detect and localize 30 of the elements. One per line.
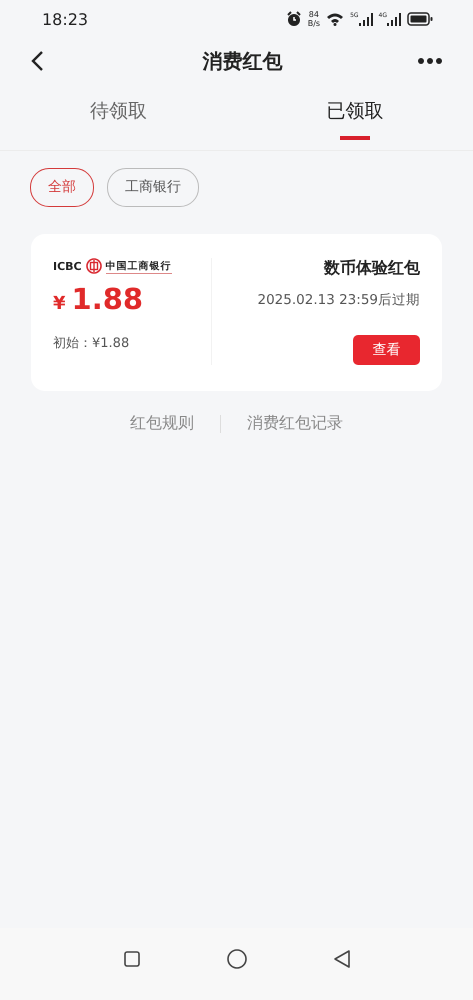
speed-unit: B/s <box>308 19 320 28</box>
footer-link[interactable]: 红包规则 <box>130 413 194 434</box>
page-title: 消费红包 <box>202 48 282 74</box>
alarm-icon <box>286 11 302 27</box>
filter-chip[interactable]: 全部 <box>30 168 94 207</box>
signal-icon <box>387 12 401 26</box>
back-icon[interactable] <box>332 949 350 969</box>
battery-icon <box>407 12 433 26</box>
tab[interactable]: 待领取 <box>90 98 147 124</box>
expiry-text: 2025.02.13 23:59后过期 <box>258 291 420 309</box>
coupon-title: 数币体验红包 <box>324 258 420 279</box>
currency-symbol: ¥ <box>53 293 66 314</box>
home-icon[interactable] <box>226 948 248 970</box>
recent-apps-icon[interactable] <box>122 950 140 968</box>
bank-logo-icon <box>86 258 102 274</box>
network-speed: 84 <box>308 10 319 19</box>
tab-indicator <box>340 136 370 140</box>
more-icon[interactable] <box>417 57 443 65</box>
tab[interactable]: 已领取 <box>326 98 384 124</box>
back-icon[interactable] <box>30 50 44 72</box>
bank-name: 中国工商银行 <box>106 258 172 274</box>
coupon-amount: 1.88 <box>72 282 144 316</box>
footer-link[interactable]: 消费红包记录 <box>247 413 343 434</box>
signal-icon <box>358 12 373 26</box>
view-button[interactable]: 查看 <box>353 335 420 365</box>
filter-chip[interactable]: 工商银行 <box>107 168 199 207</box>
wifi-icon <box>326 12 344 26</box>
clock-time: 18:23 <box>42 10 88 28</box>
initial-amount: 初始：¥1.88 <box>53 335 130 352</box>
bank-code: ICBC <box>53 260 82 272</box>
